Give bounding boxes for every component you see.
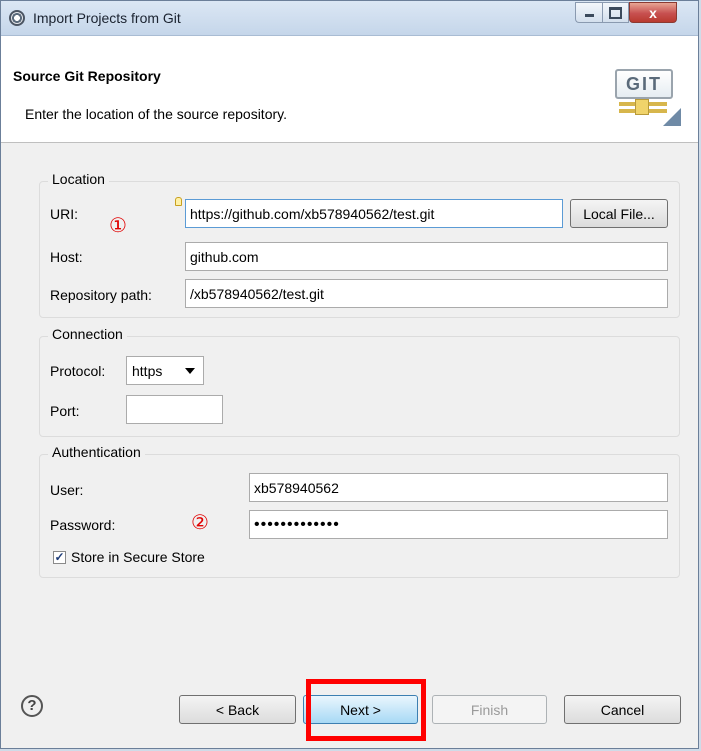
- page-title: Source Git Repository: [13, 68, 161, 84]
- repository-path-label: Repository path:: [50, 287, 152, 303]
- close-button[interactable]: x: [629, 2, 677, 23]
- authentication-group-label: Authentication: [48, 444, 145, 460]
- user-input[interactable]: [249, 473, 668, 502]
- eclipse-app-icon: [9, 10, 25, 26]
- import-dialog: Import Projects from Git x Source Git Re…: [0, 0, 699, 749]
- protocol-select[interactable]: https: [126, 356, 204, 385]
- close-icon: x: [649, 4, 657, 21]
- help-icon[interactable]: ?: [21, 695, 43, 717]
- uri-input[interactable]: [185, 199, 563, 228]
- maximize-icon: [609, 6, 622, 19]
- port-input[interactable]: [126, 395, 223, 424]
- title-bar[interactable]: Import Projects from Git x: [1, 1, 698, 36]
- password-label: Password:: [50, 517, 116, 533]
- annotation-1: ①: [109, 215, 127, 237]
- back-button[interactable]: < Back: [179, 695, 296, 724]
- port-label: Port:: [50, 403, 80, 419]
- minimize-button[interactable]: [575, 2, 602, 23]
- git-logo-icon: GIT: [611, 66, 687, 136]
- protocol-value: https: [132, 362, 163, 379]
- cancel-button[interactable]: Cancel: [564, 695, 681, 724]
- location-group-label: Location: [48, 171, 109, 187]
- uri-label: URI:: [50, 206, 78, 222]
- host-input[interactable]: [185, 242, 668, 271]
- password-value: •••••••••••••: [254, 516, 340, 533]
- password-input[interactable]: •••••••••••••: [249, 510, 668, 539]
- annotation-2: ②: [191, 512, 209, 534]
- chevron-down-icon: [185, 368, 195, 374]
- local-file-button[interactable]: Local File...: [570, 199, 668, 228]
- store-secure-checkbox[interactable]: ✓: [53, 551, 66, 564]
- git-logo-knob: [635, 99, 649, 115]
- git-logo-text: GIT: [615, 69, 673, 99]
- user-label: User:: [50, 482, 84, 498]
- repository-path-input[interactable]: [185, 279, 668, 308]
- protocol-label: Protocol:: [50, 363, 106, 379]
- content-assist-icon: [175, 197, 182, 206]
- maximize-button[interactable]: [602, 2, 629, 23]
- wizard-banner: Source Git Repository Enter the location…: [1, 36, 698, 143]
- host-label: Host:: [50, 249, 83, 265]
- store-secure-label: Store in Secure Store: [71, 549, 205, 565]
- minimize-icon: [584, 14, 594, 17]
- finish-button: Finish: [432, 695, 547, 724]
- git-logo-corner: [663, 108, 681, 126]
- connection-group-label: Connection: [48, 326, 127, 342]
- window-title: Import Projects from Git: [33, 10, 181, 26]
- next-highlight-box: [306, 679, 426, 741]
- page-description: Enter the location of the source reposit…: [25, 106, 287, 122]
